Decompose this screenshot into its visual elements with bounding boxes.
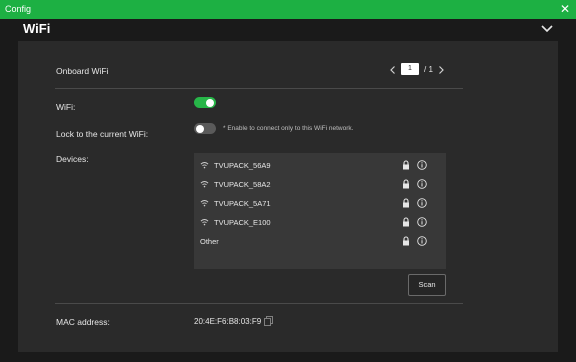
device-row[interactable]: TVUPACK_56A9 — [194, 156, 446, 175]
onboard-wifi-label: Onboard WiFi — [56, 66, 109, 76]
device-name: TVUPACK_E100 — [214, 218, 271, 227]
wifi-icon — [200, 162, 209, 169]
section-title: WiFi — [23, 21, 51, 36]
device-name: Other — [200, 237, 219, 246]
lock-icon — [403, 198, 409, 208]
lock-icon — [403, 217, 409, 227]
page-number-input[interactable]: 1 — [401, 63, 419, 75]
lock-icon — [403, 160, 409, 170]
toggle-knob — [196, 124, 204, 133]
toggle-knob — [206, 98, 214, 107]
page-total: / 1 — [424, 65, 433, 74]
section-header: WiFi — [0, 19, 576, 41]
device-name: TVUPACK_58A2 — [214, 180, 271, 189]
device-row[interactable]: TVUPACK_E100 — [194, 213, 446, 232]
devices-label: Devices: — [56, 154, 89, 164]
device-row[interactable]: TVUPACK_58A2 — [194, 175, 446, 194]
close-icon[interactable]: ✕ — [560, 2, 570, 16]
info-icon[interactable] — [417, 198, 427, 208]
info-icon[interactable] — [417, 179, 427, 189]
info-icon[interactable] — [417, 236, 427, 246]
wifi-panel: Onboard WiFi 1 / 1 WiFi: Lock to the cur… — [18, 41, 558, 352]
lock-icon — [403, 236, 409, 246]
device-row-other[interactable]: Other — [194, 232, 446, 251]
divider — [55, 88, 463, 89]
wifi-toggle[interactable] — [194, 97, 216, 108]
chevron-left-icon[interactable] — [388, 65, 398, 75]
mac-address-label: MAC address: — [56, 317, 110, 327]
window-title: Config — [5, 4, 32, 14]
lock-wifi-label: Lock to the current WiFi: — [56, 129, 149, 139]
divider — [55, 303, 463, 304]
window-titlebar: Config ✕ — [0, 0, 576, 19]
info-icon[interactable] — [417, 217, 427, 227]
mac-address-value: 20:4E:F6:B8:03:F9 — [194, 317, 262, 326]
copy-icon[interactable] — [264, 316, 273, 326]
lock-wifi-hint: * Enable to connect only to this WiFi ne… — [223, 125, 354, 132]
devices-list: TVUPACK_56A9 TVUPACK_58A2 TVUPACK_5A71 T… — [194, 153, 446, 269]
lock-wifi-toggle[interactable] — [194, 123, 216, 134]
info-icon[interactable] — [417, 160, 427, 170]
scan-button[interactable]: Scan — [408, 274, 446, 296]
lock-icon — [403, 179, 409, 189]
wifi-icon — [200, 200, 209, 207]
wifi-label: WiFi: — [56, 102, 76, 112]
device-row[interactable]: TVUPACK_5A71 — [194, 194, 446, 213]
wifi-icon — [200, 181, 209, 188]
wifi-icon — [200, 219, 209, 226]
device-name: TVUPACK_5A71 — [214, 199, 271, 208]
chevron-down-icon[interactable] — [540, 21, 554, 35]
device-name: TVUPACK_56A9 — [214, 161, 271, 170]
chevron-right-icon[interactable] — [436, 65, 446, 75]
